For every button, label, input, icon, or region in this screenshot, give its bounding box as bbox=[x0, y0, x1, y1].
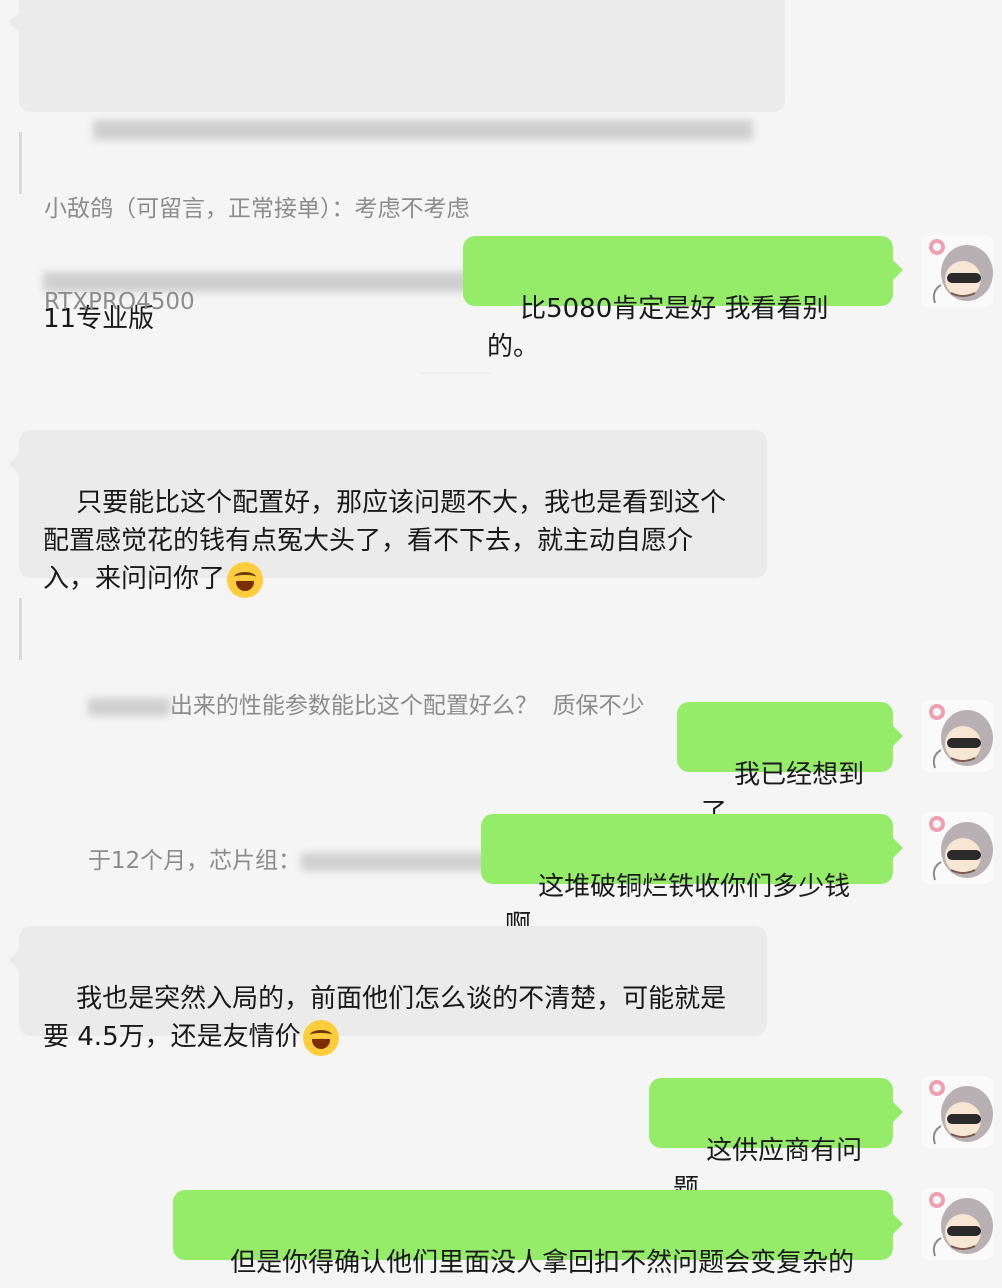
avatar[interactable] bbox=[921, 812, 993, 884]
redacted-line bbox=[43, 72, 761, 140]
message-bubble-outgoing[interactable]: 比5080肯定是好 我看看别的。 bbox=[463, 236, 903, 362]
avatar-image bbox=[929, 704, 993, 769]
message-text: 我也是突然入局的，前面他们怎么谈的不清楚，可能就是 要 4.5万，还是友情价 bbox=[43, 984, 727, 1052]
message-text: 但是你得确认他们里面没人拿回扣不然问题会变复杂的 bbox=[230, 1248, 855, 1278]
message-bubble-incoming[interactable]: 11专业版 bbox=[9, 0, 785, 334]
message-bubble-incoming[interactable]: 只要能比这个配置好，那应该问题不大，我也是看到这个 配置感觉花的钱有点冤大头了，… bbox=[9, 430, 767, 598]
message-bubble-incoming[interactable]: 我也是突然入局的，前面他们怎么谈的不清楚，可能就是 要 4.5万，还是友情价 bbox=[9, 926, 767, 1056]
laughing-tears-emoji-icon bbox=[302, 1019, 339, 1056]
quote-text-line: 出来的性能参数能比这个配置好么？ 质保不少 bbox=[44, 660, 659, 753]
avatar-image bbox=[929, 816, 993, 881]
avatar-image bbox=[929, 239, 993, 304]
message-bubble-outgoing[interactable]: 我已经想到了 bbox=[677, 702, 903, 828]
message-text: 只要能比这个配置好，那应该问题不大，我也是看到这个 配置感觉花的钱有点冤大头了，… bbox=[43, 488, 727, 594]
avatar[interactable] bbox=[921, 235, 993, 307]
quote-text: 于12个月，芯片组： bbox=[87, 848, 302, 874]
quoted-message[interactable]: 出来的性能参数能比这个配置好么？ 质保不少 于12个月，芯片组： bbox=[19, 598, 659, 874]
divider bbox=[420, 372, 490, 374]
avatar[interactable] bbox=[921, 1188, 993, 1260]
quoted-message[interactable]: 小敌鸽（可留言，正常接单）：考虑不考虑 RTXPRO4500 bbox=[19, 132, 719, 315]
message-bubble-outgoing[interactable]: 这堆破铜烂铁收你们多少钱啊 bbox=[481, 814, 903, 940]
message-bubble-outgoing[interactable]: 这供应商有问题 bbox=[649, 1078, 903, 1204]
avatar-image bbox=[929, 1192, 993, 1257]
redacted-name bbox=[87, 697, 170, 716]
avatar-image bbox=[929, 1080, 993, 1145]
chat-window: 11专业版 小敌鸽（可留言，正常接单）：考虑不考虑 RTXPRO4500 比50… bbox=[0, 0, 1002, 1288]
avatar[interactable] bbox=[921, 1076, 993, 1148]
quote-text: 出来的性能参数能比这个配置好么？ 质保不少 bbox=[169, 693, 645, 719]
laughing-tears-emoji-icon bbox=[227, 561, 264, 598]
quote-text-line: 小敌鸽（可留言，正常接单）：考虑不考虑 bbox=[44, 196, 470, 222]
message-bubble-outgoing[interactable]: 但是你得确认他们里面没人拿回扣不然问题会变复杂的 bbox=[173, 1190, 903, 1278]
avatar[interactable] bbox=[921, 700, 993, 772]
